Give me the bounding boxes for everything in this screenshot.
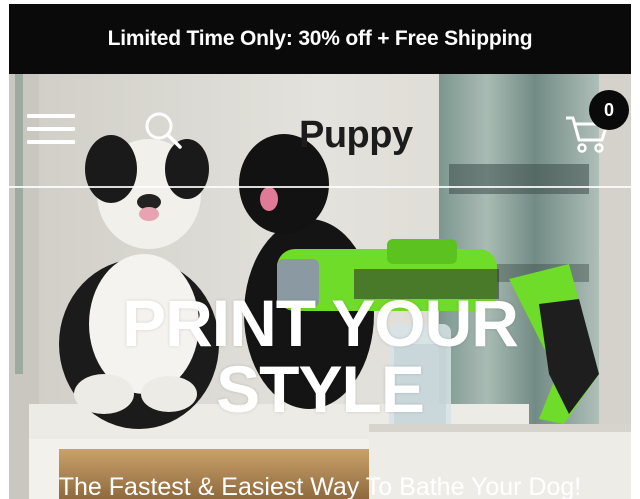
announcement-bar: Limited Time Only: 30% off + Free Shippi… bbox=[9, 4, 631, 74]
logo-text: Puppy bbox=[299, 114, 413, 156]
announcement-text: Limited Time Only: 30% off + Free Shippi… bbox=[107, 27, 533, 50]
hamburger-menu-icon[interactable] bbox=[27, 110, 75, 148]
site-header: Puppy 0 bbox=[9, 74, 631, 188]
headline-line-1: PRINT YOUR bbox=[122, 286, 519, 360]
search-icon[interactable] bbox=[143, 110, 183, 150]
hero-subheadline: The Fastest & Easiest Way To Bathe Your … bbox=[58, 473, 582, 499]
page-frame: Limited Time Only: 30% off + Free Shippi… bbox=[9, 4, 631, 499]
hero-headline: PRINT YOUR STYLE bbox=[9, 290, 631, 422]
site-logo[interactable]: Puppy bbox=[237, 110, 413, 160]
headline-line-2: STYLE bbox=[216, 352, 425, 426]
cart-count-badge[interactable]: 0 bbox=[589, 90, 629, 130]
